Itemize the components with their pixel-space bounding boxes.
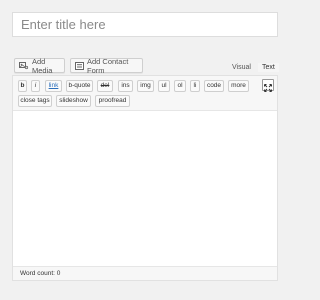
word-count: Word count: 0: [20, 270, 61, 277]
contact-form-icon: [75, 61, 84, 70]
title-placeholder: Enter title here: [21, 17, 106, 32]
tab-text[interactable]: Text: [258, 63, 279, 72]
tab-text-label: Text: [262, 64, 275, 71]
quicktag-del-button[interactable]: del: [97, 80, 113, 92]
fullscreen-button[interactable]: [262, 79, 274, 92]
editor-status-bar: Word count: 0: [13, 266, 277, 280]
quicktag-ul-button[interactable]: ul: [158, 80, 170, 92]
quicktag-link-button[interactable]: link: [45, 80, 62, 92]
editor-container: b i link b-quote del ins img ul ol li co…: [12, 75, 278, 281]
quicktag-slideshow-button[interactable]: slideshow: [56, 95, 91, 107]
add-media-label: Add Media: [32, 56, 53, 75]
quicktag-more-button[interactable]: more: [228, 80, 249, 92]
quicktags-toolbar: b i link b-quote del ins img ul ol li co…: [13, 76, 277, 111]
quicktag-bquote-button[interactable]: b-quote: [66, 80, 93, 92]
title-input[interactable]: Enter title here: [12, 12, 278, 37]
tab-visual[interactable]: Visual: [228, 63, 255, 72]
quicktag-bold-button[interactable]: b: [18, 80, 27, 92]
quicktag-code-button[interactable]: code: [204, 80, 224, 92]
add-media-icon: [19, 61, 29, 70]
quicktag-img-button[interactable]: img: [137, 80, 154, 92]
add-contact-form-label: Add Contact Form: [87, 56, 129, 75]
tab-visual-label: Visual: [232, 64, 251, 71]
quicktag-italic-button[interactable]: i: [31, 80, 40, 92]
fullscreen-icon: [263, 80, 273, 97]
quicktag-proofread-button[interactable]: proofread: [95, 95, 130, 107]
quicktag-ol-button[interactable]: ol: [174, 80, 186, 92]
quicktag-li-button[interactable]: li: [190, 80, 200, 92]
quicktag-ins-button[interactable]: ins: [118, 80, 133, 92]
add-contact-form-button[interactable]: Add Contact Form: [70, 56, 143, 75]
quicktag-close-tags-button[interactable]: close tags: [18, 95, 52, 107]
editor-textarea[interactable]: [13, 111, 277, 266]
add-media-button[interactable]: Add Media: [14, 56, 65, 75]
